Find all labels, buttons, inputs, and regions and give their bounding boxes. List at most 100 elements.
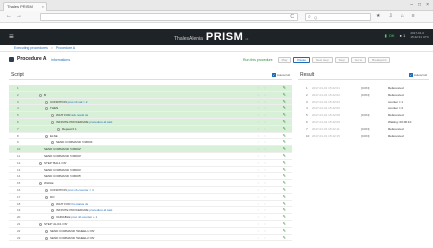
edit-pencil-icon[interactable]: ✎ <box>283 160 286 167</box>
collapse-toggle-icon[interactable] <box>57 127 60 131</box>
script-line[interactable]: 6 INFINITE PROCEDURE procedure.id.cast ○ ○… <box>9 118 292 126</box>
breakpoint-icon[interactable]: ○ ○ <box>258 139 268 146</box>
collapse-toggle-icon[interactable] <box>39 93 42 97</box>
collapse-toggle-icon[interactable] <box>51 216 54 220</box>
go-to-button[interactable]: Go to <box>350 57 367 63</box>
minimize-icon[interactable]: – <box>410 2 413 8</box>
collapse-toggle-icon[interactable] <box>45 107 48 111</box>
edit-pencil-icon[interactable]: ✎ <box>283 99 286 106</box>
script-autoscroll-toggle[interactable]: ✓ Autoscroll <box>271 73 290 77</box>
bookmark-star-icon[interactable]: ★ <box>376 13 380 20</box>
edit-pencil-icon[interactable]: ✎ <box>283 221 286 228</box>
breakpoint-icon[interactable]: ○ ○ <box>258 167 268 174</box>
next-step-button[interactable]: Next step <box>311 57 333 63</box>
edit-pencil-icon[interactable]: ✎ <box>283 180 286 187</box>
close-window-icon[interactable]: × <box>426 2 429 8</box>
pause-button[interactable]: Pause <box>293 57 310 63</box>
collapse-toggle-icon[interactable] <box>45 134 48 138</box>
edit-pencil-icon[interactable]: ✎ <box>283 194 286 201</box>
maximize-icon[interactable]: □ <box>418 2 421 8</box>
breakpoint-icon[interactable]: ○ ○ <box>258 133 268 140</box>
collapse-toggle-icon[interactable] <box>39 182 42 186</box>
breakpoint-icon[interactable]: ○ ○ <box>258 160 268 167</box>
script-line[interactable]: 14 SEND COMMAND 'CMD05' ○ ○ ✎ <box>9 173 292 181</box>
breakpoint-icon[interactable]: ○ ○ <box>258 146 268 153</box>
breakpoint-icon[interactable]: ○ ○ <box>258 194 268 201</box>
edit-pencil-icon[interactable]: ✎ <box>283 235 286 242</box>
collapse-toggle-icon[interactable] <box>51 209 54 213</box>
script-line[interactable]: 3 CONDITION proc.nb.val > 2 ○ ○ ✎ <box>9 98 292 106</box>
status-badge[interactable]: ▮ OK <box>385 33 395 38</box>
edit-pencil-icon[interactable]: ✎ <box>283 146 286 153</box>
edit-pencil-icon[interactable]: ✎ <box>283 119 286 126</box>
script-line[interactable]: 5 WAIT FOR ack.result ok ○ ○ ✎ <box>9 112 292 119</box>
run-procedure-link[interactable]: Run this procedure <box>243 57 273 63</box>
browser-search-input[interactable]: ⌕ Q <box>305 13 371 21</box>
edit-pencil-icon[interactable]: ✎ <box>283 85 286 92</box>
edit-pencil-icon[interactable]: ✎ <box>283 187 286 194</box>
breakpoint-icon[interactable]: ○ ○ <box>258 214 268 221</box>
edit-pencil-icon[interactable]: ✎ <box>283 167 286 174</box>
breakpoint-icon[interactable]: ○ ○ <box>258 173 268 180</box>
user-indicator[interactable]: ● 1 <box>400 33 406 38</box>
script-line[interactable]: 16 CONDITION proc.nb.counter < 4 ○ ○ ✎ <box>9 187 292 194</box>
breakpoint-icon[interactable]: ○ ○ <box>258 221 268 228</box>
breakpoint-icon[interactable]: ○ ○ <box>258 92 268 99</box>
script-line[interactable]: 17 DO ○ ○ ✎ <box>9 194 292 201</box>
edit-pencil-icon[interactable]: ✎ <box>283 153 286 160</box>
close-tab-icon[interactable]: × <box>42 3 44 11</box>
home-icon[interactable]: ⌂ <box>401 13 404 20</box>
edit-pencil-icon[interactable]: ✎ <box>283 139 286 146</box>
breakpoint-icon[interactable]: ○ ○ <box>258 207 268 214</box>
back-arrow-icon[interactable]: ← <box>6 13 12 20</box>
collapse-toggle-icon[interactable] <box>51 141 54 145</box>
breakpoint-icon[interactable]: ○ ○ <box>258 235 268 242</box>
edit-pencil-icon[interactable]: ✎ <box>283 126 286 133</box>
edit-pencil-icon[interactable]: ✎ <box>283 201 286 208</box>
reload-icon[interactable]: C <box>290 14 294 21</box>
breakpoint-icon[interactable]: ○ ○ <box>258 99 268 106</box>
script-line[interactable]: 11 SEND COMMAND 'CMD03' ○ ○ ✎ <box>9 153 292 160</box>
script-line[interactable]: 7 Repeat 0 1 ○ ○ ✎ <box>9 125 292 133</box>
edit-pencil-icon[interactable]: ✎ <box>283 214 286 221</box>
script-line[interactable]: 1 ○ ○ ✎ <box>9 85 292 92</box>
breakpoint-button[interactable]: Breakpoint <box>368 57 391 63</box>
script-line[interactable]: 8 ELSE ○ ○ ✎ <box>9 133 292 140</box>
script-line[interactable]: 23 SEND COMMAND 'WHEEL2 ON' ○ ○ ✎ <box>9 235 292 242</box>
edit-pencil-icon[interactable]: ✎ <box>283 228 286 235</box>
script-line[interactable]: 21 STEP 'ALIC1 ON' ○ ○ ✎ <box>9 221 292 228</box>
breakpoint-icon[interactable]: ○ ○ <box>258 85 268 92</box>
breakpoint-icon[interactable]: ○ ○ <box>258 112 268 119</box>
script-line[interactable]: 4 THEN ○ ○ ✎ <box>9 105 292 113</box>
address-bar[interactable]: C <box>40 13 298 21</box>
collapse-toggle-icon[interactable] <box>45 236 48 240</box>
script-line[interactable]: 15 WHILE ○ ○ ✎ <box>9 180 292 187</box>
edit-pencil-icon[interactable]: ✎ <box>283 173 286 180</box>
collapse-toggle-icon[interactable] <box>45 188 48 192</box>
collapse-toggle-icon[interactable] <box>45 195 48 199</box>
informations-link[interactable]: informations <box>51 57 70 63</box>
edit-pencil-icon[interactable]: ✎ <box>283 133 286 140</box>
collapse-toggle-icon[interactable] <box>39 161 42 165</box>
hamburger-menu-icon[interactable]: ≡ <box>9 32 14 41</box>
breadcrumb-item-executing[interactable]: Executing procedures <box>14 46 48 50</box>
breakpoint-icon[interactable]: ○ ○ <box>258 228 268 235</box>
browser-menu-icon[interactable]: ≡ <box>412 13 415 20</box>
script-line[interactable]: 12 STEP 'BAL1 ON' ○ ○ ✎ <box>9 160 292 167</box>
edit-pencil-icon[interactable]: ✎ <box>283 112 286 119</box>
script-line[interactable]: 2 B ○ ○ ✎ <box>9 91 292 99</box>
breakpoint-icon[interactable]: ○ ○ <box>258 180 268 187</box>
play-button[interactable]: Play <box>277 57 292 63</box>
breadcrumb-item-procedure[interactable]: Procedure A <box>56 46 75 50</box>
script-line[interactable]: 9 SEND COMMAND 'CMD01' ○ ○ ✎ <box>9 139 292 147</box>
collapse-toggle-icon[interactable] <box>39 222 42 226</box>
script-line[interactable]: 22 SEND COMMAND 'WHEEL1 ON' ○ ○ ✎ <box>9 228 292 235</box>
script-line[interactable]: 13 SEND COMMAND 'CMD04' ○ ○ ✎ <box>9 167 292 174</box>
collapse-toggle-icon[interactable] <box>45 100 48 104</box>
script-line[interactable]: 20 VARIABLE proc.nb.counter + 1 ○ ○ ✎ <box>9 214 292 221</box>
breakpoint-icon[interactable]: ○ ○ <box>258 105 268 112</box>
edit-pencil-icon[interactable]: ✎ <box>283 105 286 112</box>
script-line[interactable]: 19 INFINITE PROCEDURE procedure.id.cast ○ … <box>9 207 292 215</box>
breakpoint-icon[interactable]: ○ ○ <box>258 119 268 126</box>
collapse-toggle-icon[interactable] <box>51 120 54 124</box>
